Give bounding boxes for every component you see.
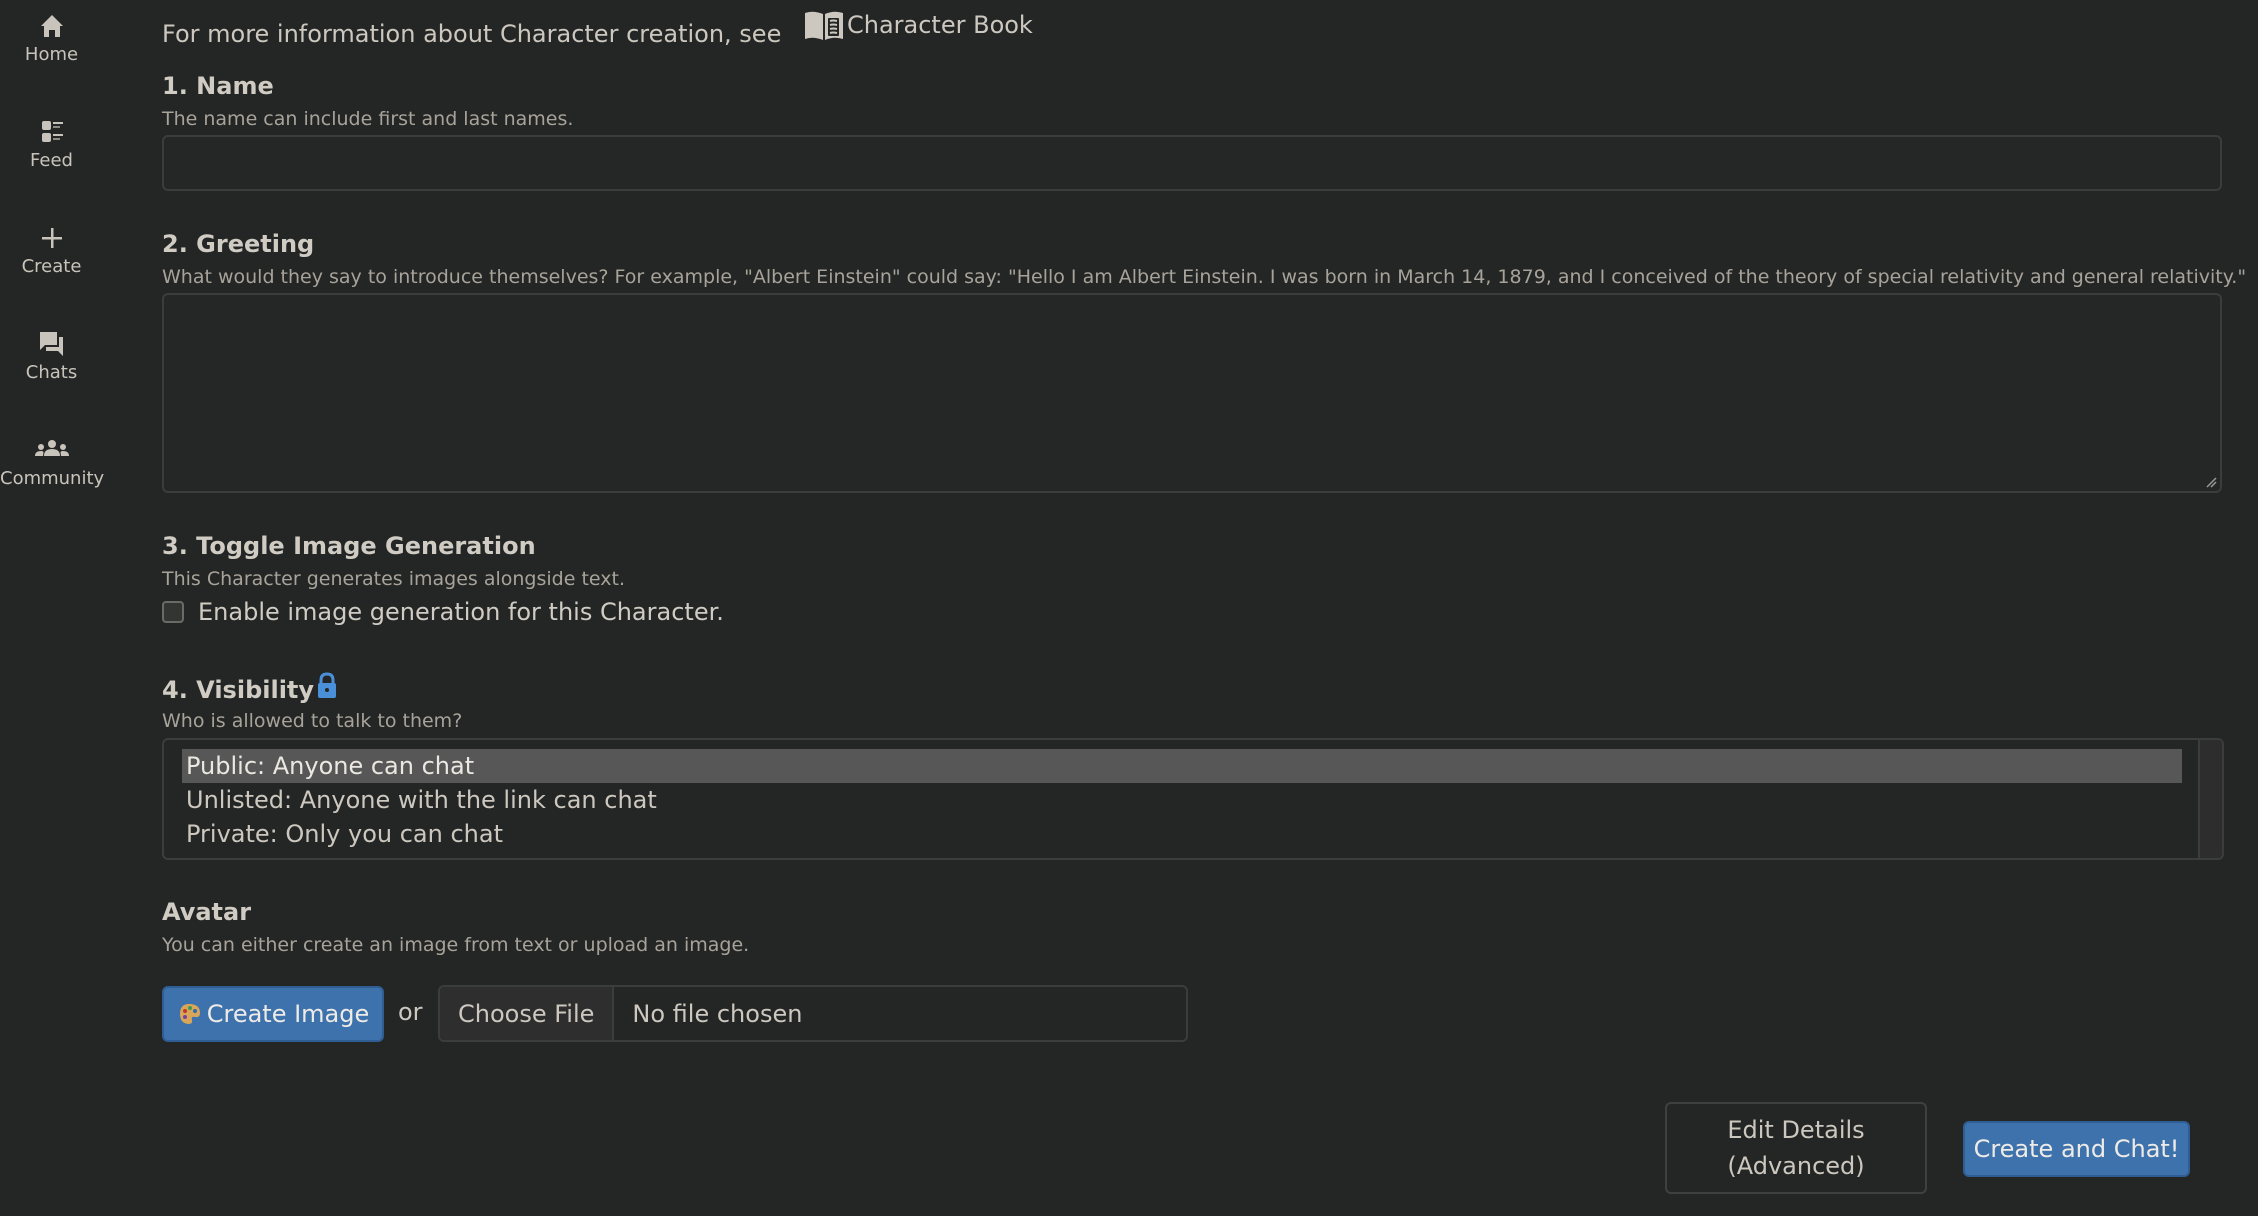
sidebar-item-home[interactable]: Home bbox=[0, 10, 103, 65]
greeting-textarea[interactable] bbox=[162, 293, 2222, 493]
visibility-heading: 4. Visibility bbox=[162, 676, 315, 704]
intro-text: For more information about Character cre… bbox=[162, 8, 1033, 48]
plus-icon bbox=[41, 228, 62, 248]
create-and-chat-label: Create and Chat! bbox=[1973, 1135, 2180, 1163]
sidebar-item-label: Feed bbox=[30, 150, 73, 171]
home-icon bbox=[40, 15, 63, 37]
sidebar-item-label: Create bbox=[21, 256, 82, 277]
sidebar-item-label: Chats bbox=[25, 362, 78, 383]
resize-handle-icon[interactable] bbox=[2205, 476, 2217, 488]
image-generation-toggle[interactable]: Enable image generation for this Charact… bbox=[162, 598, 724, 626]
palette-icon bbox=[179, 1004, 200, 1024]
sidebar-item-community[interactable]: Community bbox=[0, 434, 105, 489]
feed-icon bbox=[41, 121, 63, 142]
visibility-listbox[interactable]: Public: Anyone can chat Unlisted: Anyone… bbox=[162, 738, 2224, 860]
visibility-heading-row: 4. Visibility bbox=[162, 672, 338, 704]
visibility-description: Who is allowed to talk to them? bbox=[162, 710, 463, 732]
lock-icon bbox=[318, 672, 337, 698]
name-input[interactable] bbox=[162, 135, 2222, 191]
choose-file-button[interactable]: Choose File bbox=[440, 987, 615, 1040]
image-generation-checkbox-label: Enable image generation for this Charact… bbox=[198, 598, 724, 626]
greeting-heading: 2. Greeting bbox=[162, 230, 315, 258]
name-heading: 1. Name bbox=[162, 72, 274, 100]
greeting-description: What would they say to introduce themsel… bbox=[162, 266, 2247, 288]
sidebar-item-create[interactable]: Create bbox=[0, 222, 103, 277]
create-image-button[interactable]: Create Image bbox=[162, 986, 384, 1042]
sidebar-item-label: Home bbox=[24, 44, 79, 65]
edit-details-button[interactable]: Edit Details (Advanced) bbox=[1665, 1102, 1927, 1194]
image-generation-heading: 3. Toggle Image Generation bbox=[162, 532, 536, 560]
chat-bubbles-icon bbox=[39, 332, 63, 356]
file-upload[interactable]: Choose File No file chosen bbox=[438, 985, 1188, 1042]
book-icon bbox=[804, 11, 843, 40]
name-description: The name can include first and last name… bbox=[162, 108, 574, 130]
edit-details-line1: Edit Details bbox=[1727, 1116, 1865, 1144]
character-book-link[interactable]: Character Book bbox=[803, 8, 1033, 42]
edit-details-line2: (Advanced) bbox=[1727, 1152, 1865, 1180]
create-image-label: Create Image bbox=[206, 1000, 370, 1028]
character-book-label: Character Book bbox=[846, 11, 1033, 39]
avatar-description: You can either create an image from text… bbox=[162, 934, 750, 956]
avatar-heading: Avatar bbox=[162, 898, 252, 926]
sidebar-item-chats[interactable]: Chats bbox=[0, 328, 103, 383]
or-label: or bbox=[398, 998, 423, 1026]
intro-label: For more information about Character cre… bbox=[162, 20, 782, 48]
create-and-chat-button[interactable]: Create and Chat! bbox=[1963, 1121, 2190, 1177]
image-generation-description: This Character generates images alongsid… bbox=[162, 568, 625, 590]
visibility-option-public[interactable]: Public: Anyone can chat bbox=[182, 749, 2182, 783]
sidebar-item-feed[interactable]: Feed bbox=[0, 116, 103, 171]
image-generation-checkbox[interactable] bbox=[162, 601, 184, 623]
visibility-option-private[interactable]: Private: Only you can chat bbox=[182, 817, 2182, 851]
visibility-option-unlisted[interactable]: Unlisted: Anyone with the link can chat bbox=[182, 783, 2182, 817]
file-status: No file chosen bbox=[632, 999, 803, 1028]
sidebar: Home Feed Create Chats Community bbox=[0, 0, 105, 1216]
sidebar-item-label: Community bbox=[0, 468, 105, 489]
community-icon bbox=[34, 440, 69, 456]
listbox-scrollbar[interactable] bbox=[2198, 740, 2222, 858]
